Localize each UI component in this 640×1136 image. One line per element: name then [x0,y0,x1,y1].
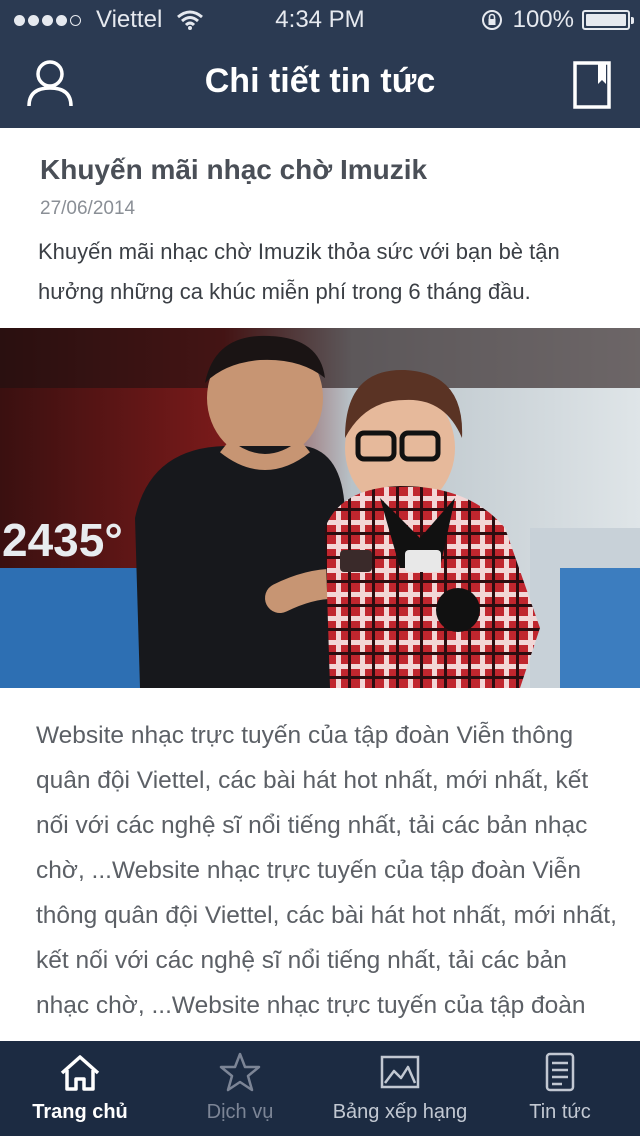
tab-ranking[interactable]: Bảng xếp hạng [320,1041,480,1136]
signal-strength-icon [14,14,84,26]
chart-icon [380,1055,420,1089]
tab-news-label: Tin tức [529,1101,591,1123]
article-content[interactable]: Khuyến mãi nhạc chờ Imuzik 27/06/2014 Kh… [0,128,640,1041]
article-body: Website nhạc trực tuyến của tập đoàn Viễ… [36,722,617,1019]
tab-ranking-label: Bảng xếp hạng [332,1101,468,1123]
page-title: Chi tiết tin tức [204,62,436,100]
article-date: 27/06/2014 [40,198,136,219]
rotation-lock-icon [481,10,502,30]
bookmark-icon[interactable] [572,60,612,110]
battery-icon [582,10,634,30]
tab-services[interactable]: Dịch vụ [160,1041,320,1136]
tab-services-label: Dịch vụ [206,1101,274,1123]
tab-home-label: Trang chủ [32,1101,128,1123]
star-icon [219,1052,261,1092]
article-title: Khuyến mãi nhạc chờ Imuzik [40,154,428,185]
news-icon [545,1052,575,1092]
tab-home[interactable]: Trang chủ [0,1041,160,1136]
home-icon [60,1055,100,1091]
tab-news[interactable]: Tin tức [480,1041,640,1136]
carrier-name: Viettel [96,6,163,33]
navigation-bar: Chi tiết tin tức [0,40,640,128]
article-summary: Khuyến mãi nhạc chờ Imuzik thỏa sức với … [38,239,560,304]
status-bar: Viettel 4:34 PM 100% [0,0,640,40]
wifi-icon [177,10,204,30]
image-wall-text: 2435° [2,514,123,566]
article-image: 2435° [0,328,640,688]
tab-bar: Trang chủ Dịch vụ Bảng xếp hạng Tin tức [0,1041,640,1136]
battery-level [586,14,626,26]
battery-percentage: 100% [512,6,574,33]
